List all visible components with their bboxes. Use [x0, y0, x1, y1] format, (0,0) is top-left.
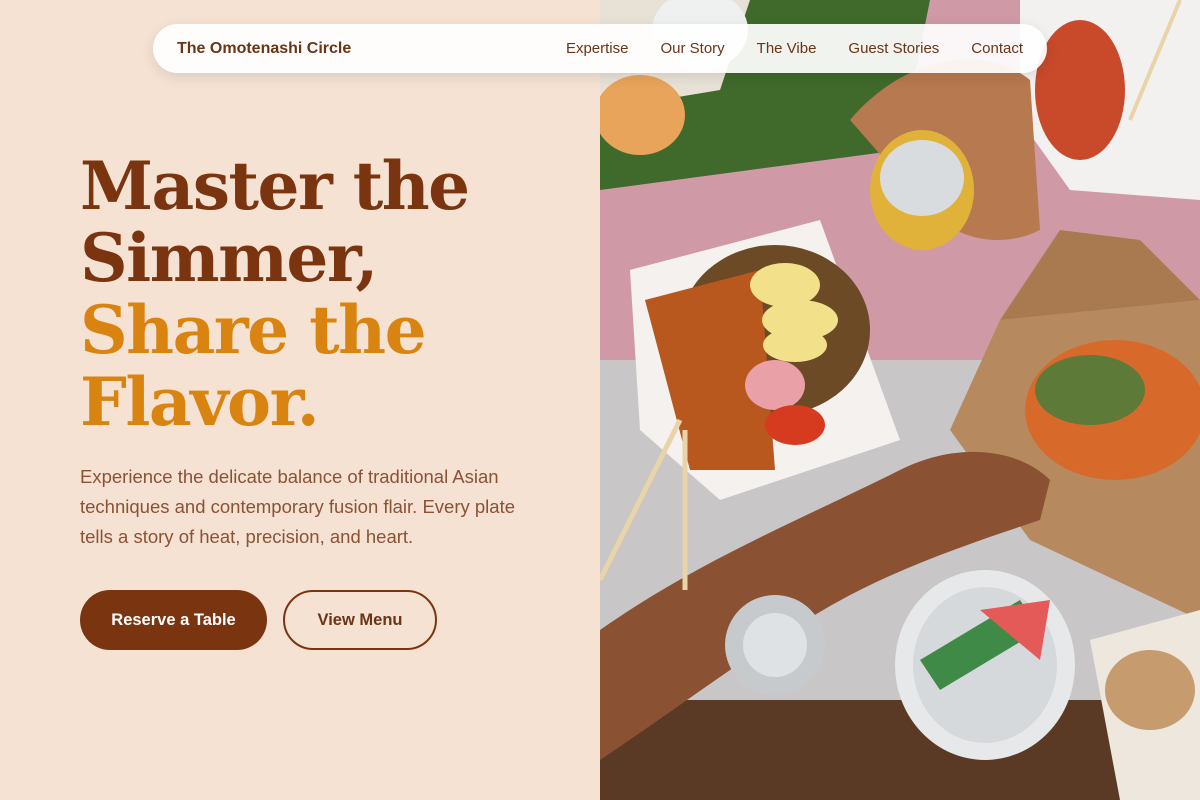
top-navigation: The Omotenashi Circle Expertise Our Stor… [153, 24, 1047, 73]
hero-food-photo [600, 0, 1200, 800]
hero-headline-line-4: Flavor. [80, 363, 320, 441]
nav-link-contact[interactable]: Contact [971, 40, 1023, 57]
nav-link-expertise[interactable]: Expertise [566, 40, 629, 57]
hero-headline-line-3: Share the [80, 291, 427, 369]
view-menu-button[interactable]: View Menu [283, 590, 437, 650]
hero-headline-line-1: Master the [80, 147, 470, 225]
nav-link-guest-stories[interactable]: Guest Stories [848, 40, 939, 57]
nav-link-the-vibe[interactable]: The Vibe [757, 40, 817, 57]
brand-logo-text[interactable]: The Omotenashi Circle [177, 40, 351, 58]
reserve-table-button[interactable]: Reserve a Table [80, 590, 267, 650]
nav-link-our-story[interactable]: Our Story [660, 40, 724, 57]
hero-headline: Master the Simmer, Share the Flavor. [80, 147, 470, 441]
landing-page: The Omotenashi Circle Expertise Our Stor… [0, 0, 1200, 800]
hero-description: Experience the delicate balance of tradi… [80, 466, 515, 547]
nav-links: Expertise Our Story The Vibe Guest Stori… [566, 40, 1023, 57]
hero-headline-line-2: Simmer, [80, 219, 378, 297]
